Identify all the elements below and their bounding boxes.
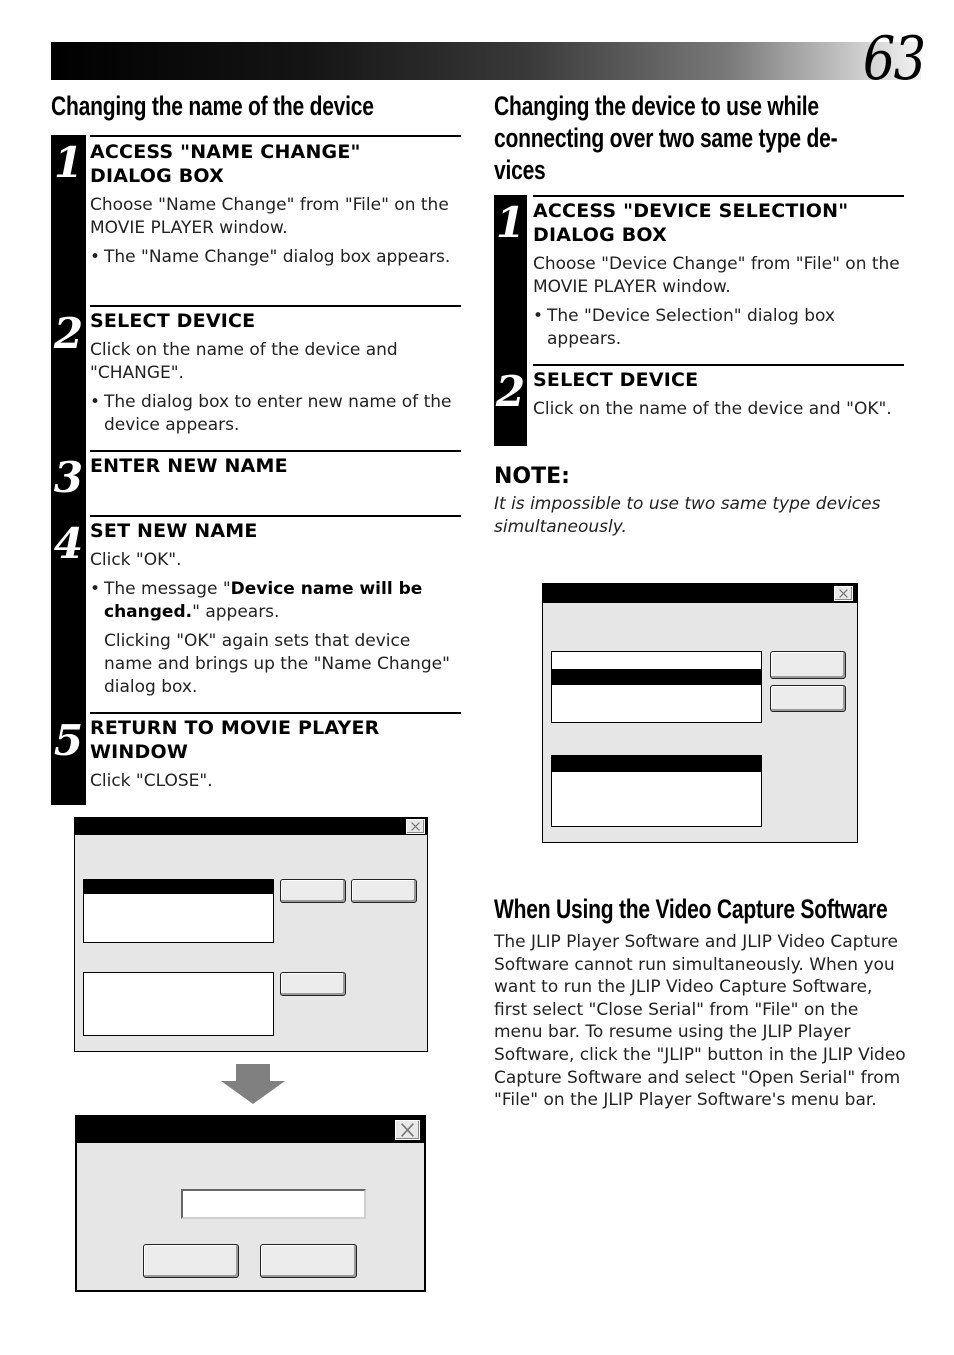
- step-number: 2: [53, 309, 84, 358]
- video-capture-body: The JLIP Player Software and JLIP Video …: [494, 932, 906, 1111]
- step-continuation: Clicking "OK" again sets that device nam…: [104, 631, 450, 697]
- step-heading-line: RETURN TO MOVIE PLAYER: [90, 717, 380, 739]
- step-heading: ACCESS "DEVICE SELECTION" DIALOG BOX: [533, 199, 904, 247]
- page-number: 63: [862, 24, 925, 94]
- title-line: Changing the device to use while: [494, 91, 819, 121]
- new-name-input[interactable]: [181, 1189, 366, 1219]
- bullet-dot: •: [90, 392, 101, 412]
- left-step-2: SELECT DEVICE Click on the name of the d…: [90, 309, 461, 437]
- step-divider: [90, 450, 461, 452]
- step-divider: [533, 195, 904, 197]
- left-step-5: RETURN TO MOVIE PLAYER WINDOW Click "CLO…: [90, 716, 461, 793]
- step-heading: SELECT DEVICE: [533, 369, 699, 391]
- note-title: NOTE:: [494, 464, 570, 489]
- name-change-dialog: [74, 817, 428, 1052]
- step-text: Click on the name of the device and "CHA…: [90, 340, 398, 383]
- bullet-text: The "Name Change" dialog box appears.: [104, 247, 451, 267]
- step-text: Click "OK".: [90, 550, 182, 570]
- step-number: 5: [53, 716, 84, 765]
- step-number: 3: [53, 453, 84, 502]
- bullet-dot: •: [533, 306, 544, 326]
- close-icon: [401, 1123, 414, 1137]
- step-heading-line: ACCESS "DEVICE SELECTION": [533, 200, 849, 222]
- ok-button[interactable]: [770, 651, 846, 679]
- step-number: 1: [495, 198, 526, 247]
- step-bullet: • The dialog box to enter new name of the…: [90, 391, 461, 437]
- step-bullet: • The message "Device name will be change…: [90, 578, 461, 624]
- selected-list-item[interactable]: [552, 669, 761, 685]
- name-listbox[interactable]: [83, 972, 274, 1036]
- header-gradient-bar: [51, 42, 921, 80]
- left-step-3: ENTER NEW NAME: [90, 454, 461, 478]
- right-step-1: ACCESS "DEVICE SELECTION" DIALOG BOX Cho…: [533, 199, 904, 351]
- enter-name-dialog: [75, 1115, 426, 1292]
- device-selection-dialog: [542, 583, 858, 843]
- port-listbox[interactable]: [551, 755, 762, 827]
- selected-list-item[interactable]: [84, 880, 273, 894]
- video-capture-title: When Using the Video Capture Software: [494, 894, 888, 924]
- step-heading: RETURN TO MOVIE PLAYER WINDOW: [90, 716, 461, 764]
- step-heading-line: DIALOG BOX: [533, 224, 667, 246]
- dialog-titlebar: [542, 583, 858, 603]
- bullet-dot: •: [90, 247, 101, 267]
- step-text: Click on the name of the device and "OK"…: [533, 399, 892, 419]
- close-button[interactable]: [395, 1120, 420, 1140]
- right-section-title: Changing the device to use while connect…: [494, 90, 838, 186]
- device-listbox[interactable]: [83, 879, 274, 943]
- dialog-button[interactable]: [351, 879, 417, 903]
- step-heading-line: ACCESS "NAME CHANGE": [90, 141, 361, 163]
- title-line: connecting over two same type de-: [494, 123, 838, 153]
- down-arrow-icon: [221, 1064, 285, 1104]
- cancel-button[interactable]: [770, 685, 846, 712]
- bullet-text: " appears.: [192, 602, 280, 622]
- step-heading: ACCESS "NAME CHANGE" DIALOG BOX: [90, 140, 461, 188]
- step-heading-line: WINDOW: [90, 741, 189, 763]
- bullet-text: The dialog box to enter new name of the …: [104, 392, 452, 435]
- bullet-text: The "Device Selection" dialog box appear…: [547, 306, 835, 349]
- step-text: Click "CLOSE".: [90, 771, 213, 791]
- dialog-titlebar: [74, 817, 428, 835]
- step-heading: SET NEW NAME: [90, 520, 258, 542]
- dialog-button[interactable]: [280, 879, 346, 903]
- step-number: 4: [53, 519, 84, 568]
- bullet-text: The message ": [104, 579, 231, 599]
- device-listbox[interactable]: [551, 651, 762, 723]
- close-button[interactable]: [406, 819, 425, 834]
- bullet-dot: •: [90, 579, 101, 599]
- step-heading: ENTER NEW NAME: [90, 455, 288, 477]
- change-button[interactable]: [280, 972, 346, 996]
- step-divider: [90, 712, 461, 714]
- close-button[interactable]: [834, 586, 853, 601]
- step-heading: SELECT DEVICE: [90, 310, 256, 332]
- step-divider: [90, 305, 461, 307]
- step-text: Choose "Device Change" from "File" on th…: [533, 254, 900, 297]
- step-number: 1: [53, 138, 84, 187]
- step-heading-line: DIALOG BOX: [90, 165, 224, 187]
- ok-button[interactable]: [143, 1244, 239, 1278]
- note-text: It is impossible to use two same type de…: [494, 494, 881, 537]
- selected-list-item[interactable]: [552, 756, 761, 772]
- dialog-titlebar: [76, 1116, 425, 1143]
- step-divider: [90, 515, 461, 517]
- step-bullet: • The "Name Change" dialog box appears.: [90, 246, 461, 269]
- right-step-2: SELECT DEVICE Click on the name of the d…: [533, 368, 904, 421]
- left-step-1: ACCESS "NAME CHANGE" DIALOG BOX Choose "…: [90, 140, 461, 269]
- step-bullet: • The "Device Selection" dialog box appea…: [533, 305, 904, 351]
- left-section-title: Changing the name of the device: [51, 91, 374, 121]
- step-divider: [90, 135, 461, 137]
- close-icon: [839, 589, 848, 598]
- step-text: Choose "Name Change" from "File" on the …: [90, 195, 449, 238]
- left-step-4: SET NEW NAME Click "OK". • The message "D…: [90, 519, 461, 699]
- step-divider: [533, 364, 904, 366]
- cancel-button[interactable]: [260, 1244, 357, 1278]
- step-number: 2: [495, 367, 526, 416]
- close-icon: [411, 822, 420, 831]
- title-line: vices: [494, 155, 546, 185]
